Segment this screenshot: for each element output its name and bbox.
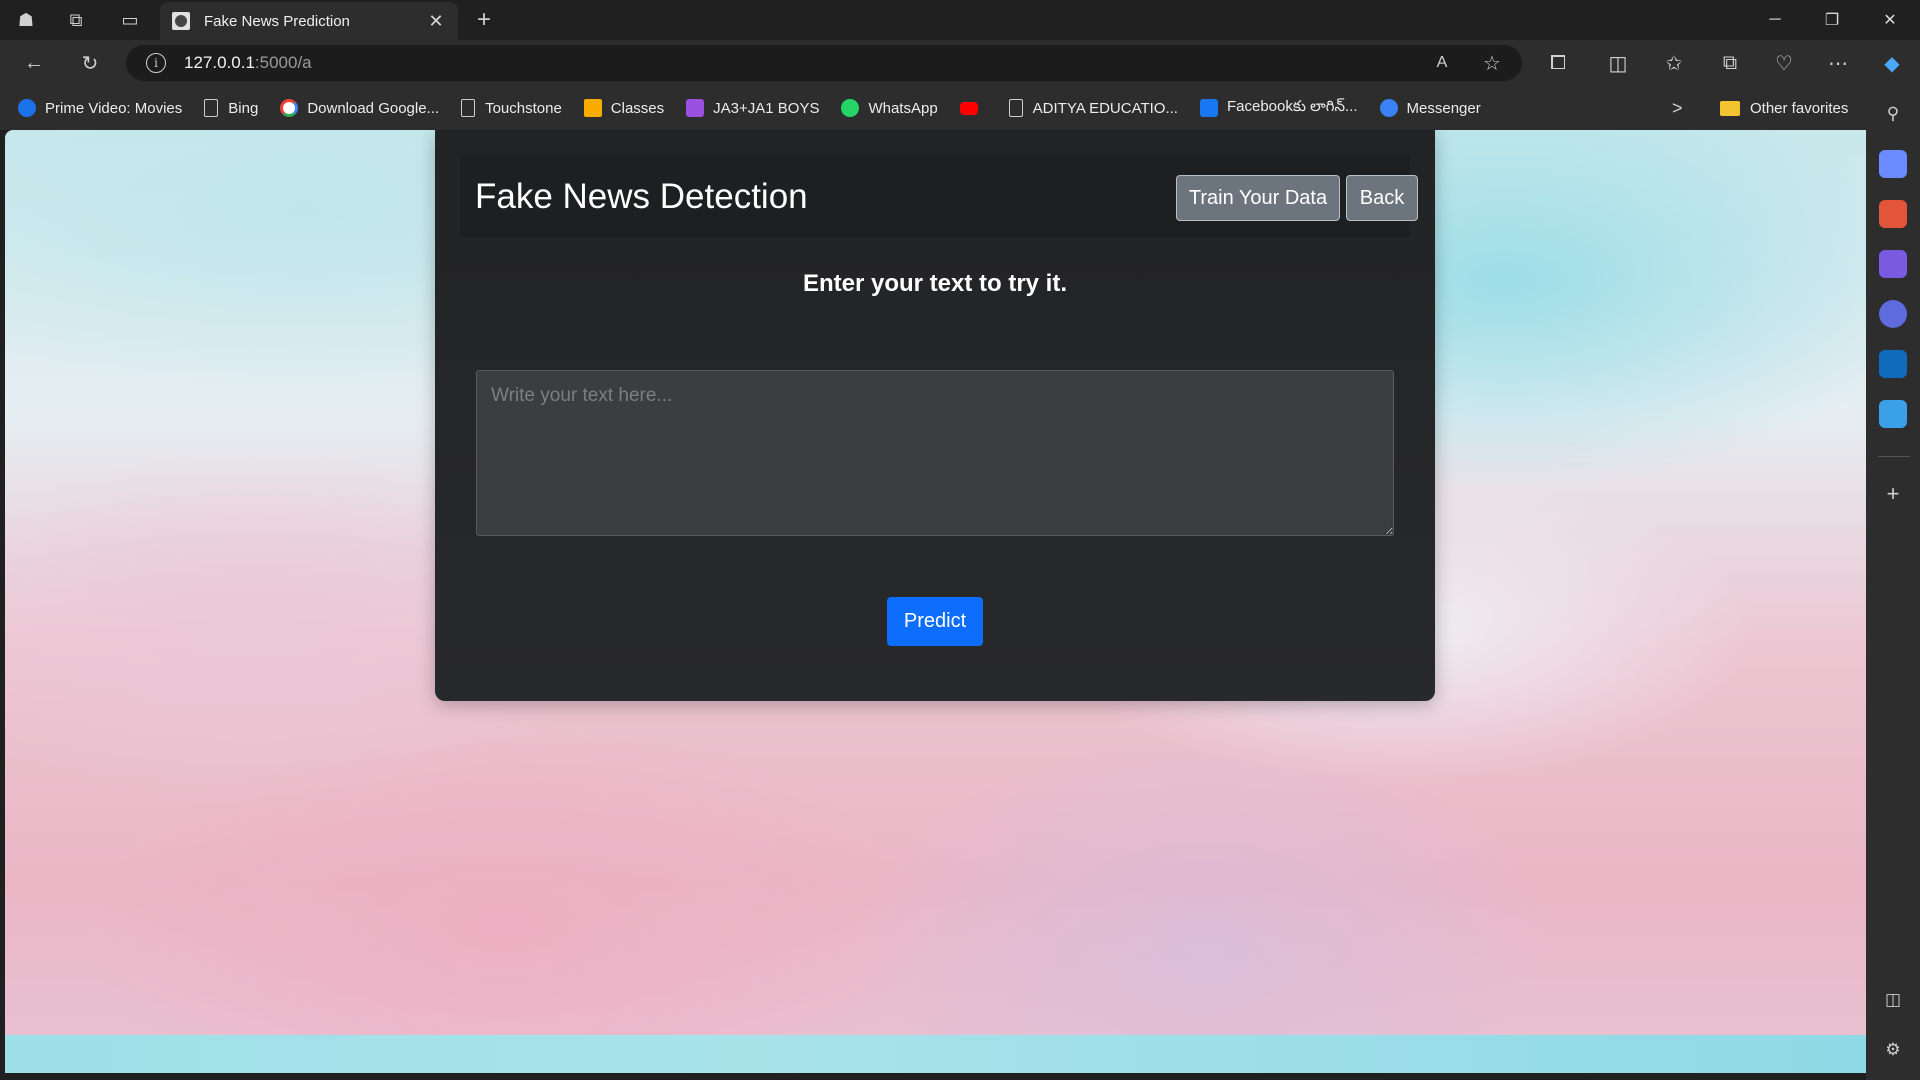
outlook-icon[interactable] [1879,350,1907,378]
bookmark-messenger[interactable]: Messenger [1379,99,1481,117]
bookmark-aditya-education[interactable]: ADITYA EDUCATIO... [1008,99,1178,117]
tab-bar: ☗ ⧉ ▭ Fake News Prediction ✕ + ─ ❐ ✕ [0,0,1920,40]
tab-favicon-icon [172,12,190,30]
url-path: :5000/a [254,53,312,72]
document-icon [461,99,476,117]
messenger-icon [1379,99,1398,117]
other-favorites-folder[interactable]: Other favorites [1720,86,1848,130]
group-icon [686,99,705,117]
games-chess-icon[interactable] [1879,250,1907,278]
page-viewport: Fake News Detection Train Your Data Back… [5,130,1866,1073]
edge-sidebar: ⚲ + ◫ ⚙ [1866,86,1920,1080]
favorites-icon[interactable]: ✩ [1654,43,1694,83]
whatsapp-icon [841,99,860,117]
profile-icon[interactable]: ☗ [6,0,46,40]
workspaces-icon[interactable]: ⧉ [56,0,96,40]
collections-icon[interactable]: ⧉ [1710,43,1750,83]
youtube-icon [959,101,978,115]
bookmark-classes[interactable]: Classes [583,99,665,117]
sidebar-settings-gear-icon[interactable]: ⚙ [1879,1036,1907,1064]
app-title: Fake News Detection [475,177,808,216]
back-button[interactable]: Back [1346,175,1418,221]
bookmark-bing[interactable]: Bing [204,99,258,117]
background-strip [5,1035,1866,1073]
bookmark-touchstone[interactable]: Touchstone [461,99,562,117]
tab-close-icon[interactable]: ✕ [426,11,446,32]
minimize-button[interactable]: ─ [1747,0,1803,40]
address-bar[interactable]: i 127.0.0.1:5000/a [126,45,1522,81]
bookmark-prime-video[interactable]: Prime Video: Movies [18,99,182,117]
sidebar-divider [1878,456,1910,457]
search-icon[interactable]: ⚲ [1879,100,1907,128]
bookmark-label: ADITYA EDUCATIO... [1032,99,1178,117]
favorites-bar: Prime Video: Movies Bing Download Google… [0,86,1880,130]
facebook-icon [1199,99,1218,117]
bookmark-label: Classes [610,99,665,117]
bookmark-label: Facebookకు లాగిన్... [1226,97,1358,115]
add-sidebar-app-icon[interactable]: + [1879,480,1907,508]
google-classroom-icon [583,99,602,117]
copilot-app-icon[interactable] [1879,300,1907,328]
url-host: 127.0.0.1 [184,53,255,72]
favorite-star-icon[interactable]: ☆ [1472,43,1512,83]
bookmark-ja3-ja1-boys[interactable]: JA3+JA1 BOYS [686,99,819,117]
restore-button[interactable]: ❐ [1804,0,1860,40]
bookmark-label: JA3+JA1 BOYS [713,99,820,117]
other-favorites-label: Other favorites [1750,99,1849,117]
train-your-data-button[interactable]: Train Your Data [1176,175,1340,221]
bookmark-label: Download Google... [307,99,440,117]
browser-toolbar: ← ↻ i 127.0.0.1:5000/a A ☆ ⧠ ◫ ✩ ⧉ ♡ ⋯ ◆ [0,40,1920,86]
bookmark-label: WhatsApp [868,99,938,117]
back-arrow-icon[interactable]: ← [14,43,54,83]
read-aloud-icon[interactable]: A [1422,43,1462,83]
hide-sidebar-icon[interactable]: ◫ [1879,986,1907,1014]
prompt-heading: Enter your text to try it. [802,270,1068,297]
bookmark-download-google[interactable]: Download Google... [280,99,439,117]
split-screen-icon[interactable]: ◫ [1598,43,1638,83]
prediction-card: Fake News Detection Train Your Data Back… [435,130,1435,701]
browser-essentials-icon[interactable]: ♡ [1764,43,1804,83]
bookmark-label: Bing [228,99,259,117]
copilot-icon[interactable]: ◆ [1872,43,1912,83]
news-text-input[interactable] [476,370,1394,536]
bookmark-youtube[interactable] [959,101,987,115]
refresh-icon[interactable]: ↻ [70,43,110,83]
bookmarks-overflow-chevron-icon[interactable]: > [1672,86,1683,130]
shopping-tag-icon[interactable] [1879,150,1907,178]
more-options-icon[interactable]: ⋯ [1818,43,1858,83]
tab-fake-news-prediction[interactable]: Fake News Prediction ✕ [160,2,458,40]
tools-briefcase-icon[interactable] [1879,200,1907,228]
document-icon [204,99,219,117]
bookmark-label: Touchstone [485,99,562,117]
document-icon [1008,99,1023,117]
bookmark-label: Messenger [1406,99,1481,117]
vertical-tabs-icon[interactable]: ▭ [110,0,150,40]
close-window-button[interactable]: ✕ [1862,0,1918,40]
bookmark-label: Prime Video: Movies [45,99,183,117]
folder-icon [1720,100,1740,116]
predict-button[interactable]: Predict [887,597,983,646]
app-navbar: Fake News Detection Train Your Data Back [460,155,1418,238]
send-plane-icon[interactable] [1879,400,1907,428]
tab-title: Fake News Prediction [204,12,350,30]
extensions-icon[interactable]: ⧠ [1538,43,1578,83]
bookmark-whatsapp[interactable]: WhatsApp [841,99,938,117]
bookmark-facebook[interactable]: Facebookకు లాగిన్... [1199,97,1358,119]
new-tab-button[interactable]: + [464,0,504,40]
prime-video-icon [18,99,36,117]
google-icon [280,99,299,117]
site-info-icon[interactable]: i [146,53,166,73]
